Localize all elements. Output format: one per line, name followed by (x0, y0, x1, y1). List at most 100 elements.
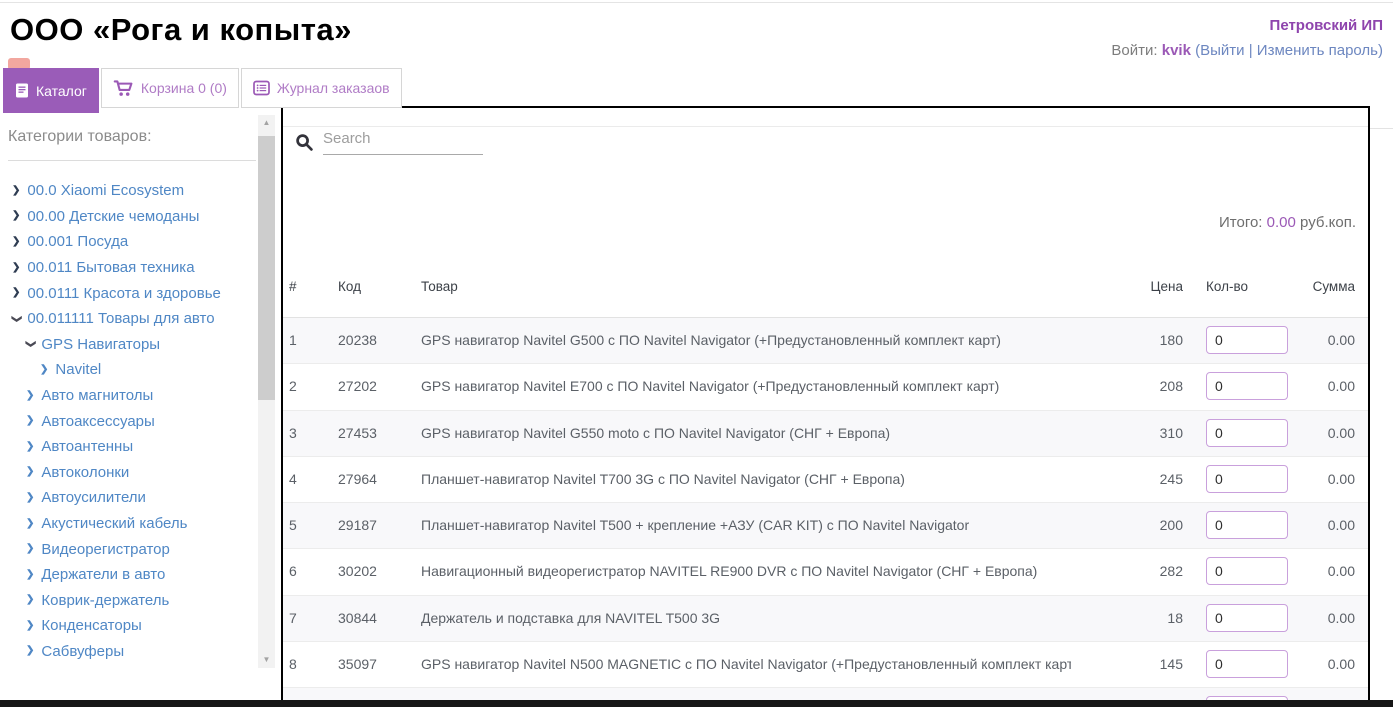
sidebar-item: ❯ Автоаксессуары (0, 408, 256, 434)
qty-input[interactable] (1206, 511, 1288, 539)
tab-order-journal[interactable]: Журнал заказаов (241, 68, 402, 108)
document-icon (15, 83, 29, 98)
chevron-right-icon[interactable]: ❯ (26, 595, 34, 605)
sidebar-item: ❯ Авто магнитолы (0, 383, 256, 409)
product-price: 245 (1083, 457, 1183, 502)
tab-label: Каталог (36, 83, 87, 99)
qty-input[interactable] (1206, 326, 1288, 354)
chevron-right-icon[interactable]: ❯ (26, 493, 34, 503)
row-number: 7 (289, 596, 297, 641)
qty-input[interactable] (1206, 465, 1288, 493)
page-bottom-bar (0, 700, 1393, 707)
qty-input[interactable] (1206, 696, 1288, 700)
product-name: GPS навигатор Navitel N500 MAGNETIC с ПО… (421, 642, 1071, 687)
table-row: 730844Держатель и подставка для NAVITEL … (283, 596, 1368, 642)
chevron-down-icon[interactable]: ❯ (25, 340, 35, 348)
category-link[interactable]: Видеорегистратор (41, 541, 169, 558)
chevron-right-icon[interactable]: ❯ (26, 519, 34, 529)
sidebar-item-clipped: ❯00.0111111 ТД (0, 664, 256, 668)
category-link[interactable]: 00.0 Xiaomi Ecosystem (27, 182, 184, 199)
panel-top-divider (283, 126, 1368, 127)
page-title: ООО «Рога и копыта» (10, 12, 352, 48)
login-line: Войти: kvik (Выйти | Изменить пароль) (1111, 43, 1383, 58)
category-link[interactable]: Navitel (55, 361, 101, 378)
category-link[interactable]: Акустический кабель (41, 515, 187, 532)
category-link[interactable]: Сабвуферы (41, 643, 124, 660)
product-code: 30844 (338, 596, 377, 641)
product-price: 145 (1083, 642, 1183, 687)
table-body: 120238GPS навигатор Navitel G500 с ПО Na… (283, 317, 1368, 700)
row-number: 4 (289, 457, 297, 502)
category-link[interactable]: Автоусилители (41, 489, 146, 506)
category-link[interactable]: Конденсаторы (41, 617, 141, 634)
category-link[interactable]: Автоколонки (41, 464, 129, 481)
username-link[interactable]: kvik (1162, 42, 1191, 59)
scrollbar-down-arrow[interactable]: ▼ (258, 652, 275, 668)
category-link[interactable]: 00.011 Бытовая техника (27, 259, 194, 276)
table-row: 835097GPS навигатор Navitel N500 MAGNETI… (283, 642, 1368, 688)
sidebar-item: ❯ 00.0111 Красота и здоровье (0, 280, 256, 306)
sidebar-item: ❯ Акустический кабель (0, 511, 256, 537)
qty-input[interactable] (1206, 372, 1288, 400)
chevron-right-icon[interactable]: ❯ (26, 544, 34, 554)
category-link[interactable]: Автоаксессуары (41, 413, 154, 430)
qty-input[interactable] (1206, 650, 1288, 678)
column-header: Цена (1083, 272, 1183, 302)
product-price: 18 (1083, 596, 1183, 641)
category-link[interactable]: Автоантенны (41, 438, 133, 455)
row-number: 1 (289, 318, 297, 363)
category-link[interactable]: Держатели в авто (41, 566, 165, 583)
table-row: 120238GPS навигатор Navitel G500 с ПО Na… (283, 318, 1368, 364)
product-name: Планшет-навигатор Navitel T500 + креплен… (421, 503, 969, 548)
chevron-right-icon[interactable]: ❯ (12, 288, 20, 298)
product-name: Навигационный видеорегистратор NAVITEL R… (421, 549, 1037, 594)
change-password-link[interactable]: Изменить пароль (1257, 42, 1378, 59)
product-code: 35097 (338, 642, 377, 687)
category-link[interactable]: 00.001 Посуда (27, 233, 128, 250)
tab-catalog[interactable]: Каталог (3, 68, 99, 113)
chevron-right-icon[interactable]: ❯ (26, 467, 34, 477)
chevron-right-icon[interactable]: ❯ (12, 186, 20, 196)
total-units: руб.коп. (1300, 214, 1356, 231)
category-link[interactable]: GPS Навигаторы (41, 336, 160, 353)
chevron-right-icon[interactable]: ❯ (12, 237, 20, 247)
journal-icon (253, 80, 270, 96)
product-price: 200 (1083, 503, 1183, 548)
scrollbar-thumb[interactable] (258, 136, 275, 400)
chevron-right-icon[interactable]: ❯ (26, 416, 34, 426)
category-link[interactable]: Коврик-держатель (41, 592, 169, 609)
chevron-right-icon[interactable]: ❯ (26, 621, 34, 631)
category-link[interactable]: Авто магнитолы (41, 387, 153, 404)
column-header: Сумма (1273, 272, 1355, 302)
qty-input[interactable] (1206, 557, 1288, 585)
table-row: 630202Навигационный видеорегистратор NAV… (283, 549, 1368, 595)
tab-cart[interactable]: Корзина 0 (0) (101, 68, 239, 108)
chevron-right-icon[interactable]: ❯ (26, 391, 34, 401)
product-code: 27964 (338, 457, 377, 502)
sidebar-item: ❯ Держатели в авто (0, 562, 256, 588)
chevron-right-icon[interactable]: ❯ (12, 263, 20, 273)
sidebar-scrollbar[interactable]: ▲ ▼ (258, 115, 275, 668)
chevron-right-icon[interactable]: ❯ (40, 365, 48, 375)
logout-link[interactable]: Выйти (1200, 42, 1244, 59)
chevron-right-icon[interactable]: ❯ (26, 442, 34, 452)
account-area: Петровский ИП Войти: kvik (Выйти | Измен… (1111, 18, 1383, 58)
catalog-panel: Итого: 0.00 руб.коп. #КодТоварЦенаКол-во… (281, 106, 1370, 700)
category-link[interactable]: 00.00 Детские чемоданы (27, 208, 199, 225)
chevron-right-icon[interactable]: ❯ (12, 211, 20, 221)
product-price: 180 (1083, 318, 1183, 363)
sidebar-item: ❯ Автоколонки (0, 460, 256, 486)
qty-input[interactable] (1206, 604, 1288, 632)
product-name: GPS навигатор Navitel G550 moto с ПО Nav… (421, 411, 890, 456)
column-header: Код (338, 272, 361, 302)
category-link[interactable]: 00.0111 Красота и здоровье (27, 285, 220, 302)
chevron-right-icon[interactable]: ❯ (26, 570, 34, 580)
chevron-down-icon[interactable]: ❯ (11, 315, 21, 323)
chevron-right-icon[interactable]: ❯ (26, 646, 34, 656)
row-number: 3 (289, 411, 297, 456)
scrollbar-up-arrow[interactable]: ▲ (258, 115, 275, 131)
category-link[interactable]: 00.011111 Товары для авто (27, 310, 214, 327)
search-input[interactable] (323, 128, 483, 155)
row-number: 2 (289, 364, 297, 409)
qty-input[interactable] (1206, 419, 1288, 447)
